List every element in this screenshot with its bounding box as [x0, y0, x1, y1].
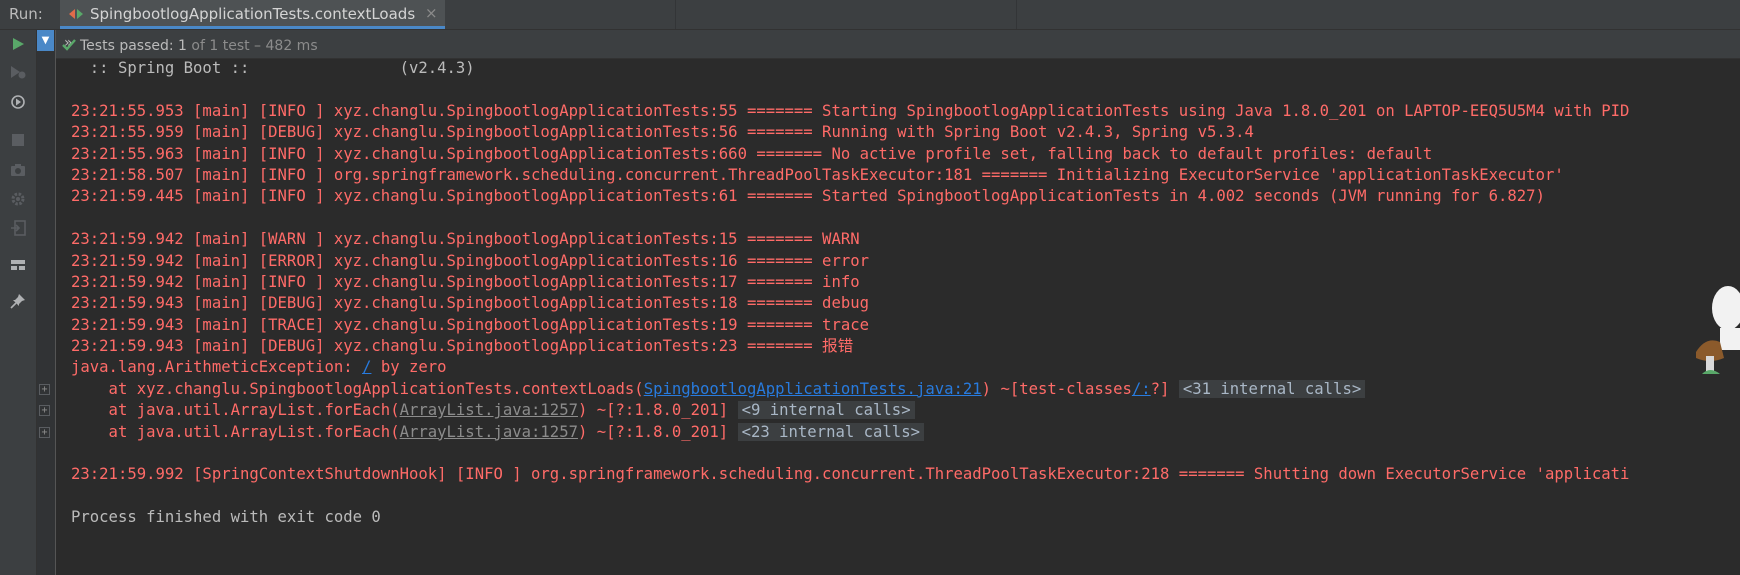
rerun-failed-icon[interactable] — [7, 61, 29, 83]
mascot-sticker-icon — [1696, 286, 1740, 374]
stack-frame-text: at java.util.ArrayList.forEach( — [71, 401, 400, 420]
log-line: 23:21:59.942 [main] [INFO ] xyz.changlu.… — [71, 272, 860, 291]
divider — [1016, 0, 1017, 29]
log-line: 23:21:59.943 [main] [TRACE] xyz.changlu.… — [71, 315, 869, 334]
log-line: 23:21:55.963 [main] [INFO ] xyz.changlu.… — [71, 144, 1433, 163]
divider — [675, 0, 676, 29]
internal-calls-fold[interactable]: <31 internal calls> — [1178, 379, 1366, 398]
log-line: 23:21:59.445 [main] [INFO ] xyz.changlu.… — [71, 187, 1545, 206]
exit-icon[interactable] — [7, 217, 29, 239]
tab-title: SpingbootlogApplicationTests.contextLoad… — [90, 5, 416, 23]
log-group-levels: 23:21:59.942 [main] [WARN ] xyz.changlu.… — [71, 229, 1740, 357]
layout-icon[interactable] — [7, 254, 29, 276]
screenshot-icon[interactable] — [7, 159, 29, 181]
source-link[interactable]: /: — [1132, 380, 1151, 398]
log-group-startup: 23:21:55.953 [main] [INFO ] xyz.changlu.… — [71, 101, 1740, 208]
run-tool-window-header: Run: SpingbootlogApplicationTests.contex… — [0, 0, 1740, 30]
tests-passed-status: Tests passed: 1 of 1 test – 482 ms — [62, 36, 318, 54]
pin-icon[interactable] — [7, 290, 29, 312]
expand-icon[interactable]: + — [39, 384, 50, 395]
stack-frame: at xyz.changlu.SpingbootlogApplicationTe… — [71, 379, 1740, 400]
stack-frame-text: ) ~[test-classes — [981, 379, 1132, 398]
console-gutter: ▼ + + + — [37, 30, 56, 575]
stack-frame-text: ) ~[?:1.8.0_201] — [577, 422, 738, 441]
source-link[interactable]: ArrayList.java:1257 — [400, 401, 578, 419]
test-run-icon — [69, 9, 83, 19]
source-link[interactable]: ArrayList.java:1257 — [400, 423, 578, 441]
tab-run-configuration[interactable]: SpingbootlogApplicationTests.contextLoad… — [60, 0, 445, 29]
stack-frame: at java.util.ArrayList.forEach(ArrayList… — [71, 422, 1740, 443]
source-link[interactable]: SpingbootlogApplicationTests.java:21 — [644, 380, 982, 398]
log-line: 23:21:58.507 [main] [INFO ] org.springfr… — [71, 165, 1564, 184]
close-icon[interactable]: × — [425, 4, 438, 22]
rerun-icon[interactable] — [7, 33, 29, 55]
exception-message: by zero — [371, 358, 447, 377]
toggle-auto-test-icon[interactable] — [7, 91, 29, 113]
settings-icon[interactable] — [7, 188, 29, 210]
log-line: 23:21:55.953 [main] [INFO ] xyz.changlu.… — [71, 101, 1630, 120]
check-icon — [62, 39, 76, 51]
exception-text: java.lang.ArithmeticException: — [71, 358, 363, 377]
tests-passed-count: 1 — [178, 38, 187, 54]
tests-passed-label: Tests passed: — [80, 38, 174, 54]
console-output[interactable]: :: Spring Boot :: (v2.4.3) 23:21:55.953 … — [71, 58, 1740, 575]
run-toolbar — [0, 30, 37, 575]
spring-boot-banner: :: Spring Boot :: (v2.4.3) — [71, 59, 475, 77]
test-status-bar: » Tests passed: 1 of 1 test – 482 ms — [56, 30, 1740, 59]
internal-calls-fold[interactable]: <23 internal calls> — [737, 422, 924, 441]
log-line: 23:21:55.959 [main] [DEBUG] xyz.changlu.… — [71, 123, 1254, 142]
stack-frame-text: at java.util.ArrayList.forEach( — [71, 422, 400, 441]
log-line: 23:21:59.943 [main] [DEBUG] xyz.changlu.… — [71, 294, 869, 313]
log-line: 23:21:59.942 [main] [WARN ] xyz.changlu.… — [71, 230, 860, 249]
log-line: 23:21:59.943 [main] [DEBUG] xyz.changlu.… — [71, 337, 854, 356]
log-line-shutdown: 23:21:59.992 [SpringContextShutdownHook]… — [71, 465, 1630, 484]
expand-icon[interactable]: + — [39, 427, 50, 438]
fold-icon[interactable]: ▼ — [37, 30, 54, 51]
stack-frame: at java.util.ArrayList.forEach(ArrayList… — [71, 400, 1740, 421]
expand-icon[interactable]: + — [39, 405, 50, 416]
stop-icon[interactable] — [7, 129, 29, 151]
run-label: Run: — [9, 5, 43, 23]
process-exit-line: Process finished with exit code 0 — [71, 508, 381, 527]
stack-frame-text: ?] — [1150, 379, 1179, 398]
internal-calls-fold[interactable]: <9 internal calls> — [737, 401, 915, 420]
stack-frame-text: at xyz.changlu.SpingbootlogApplicationTe… — [71, 379, 644, 398]
stack-frame-text: ) ~[?:1.8.0_201] — [577, 401, 738, 420]
exception-line: java.lang.ArithmeticException: / by zero — [71, 357, 1740, 378]
tests-passed-detail: of 1 test – 482 ms — [191, 38, 318, 54]
log-line: 23:21:59.942 [main] [ERROR] xyz.changlu.… — [71, 251, 869, 270]
